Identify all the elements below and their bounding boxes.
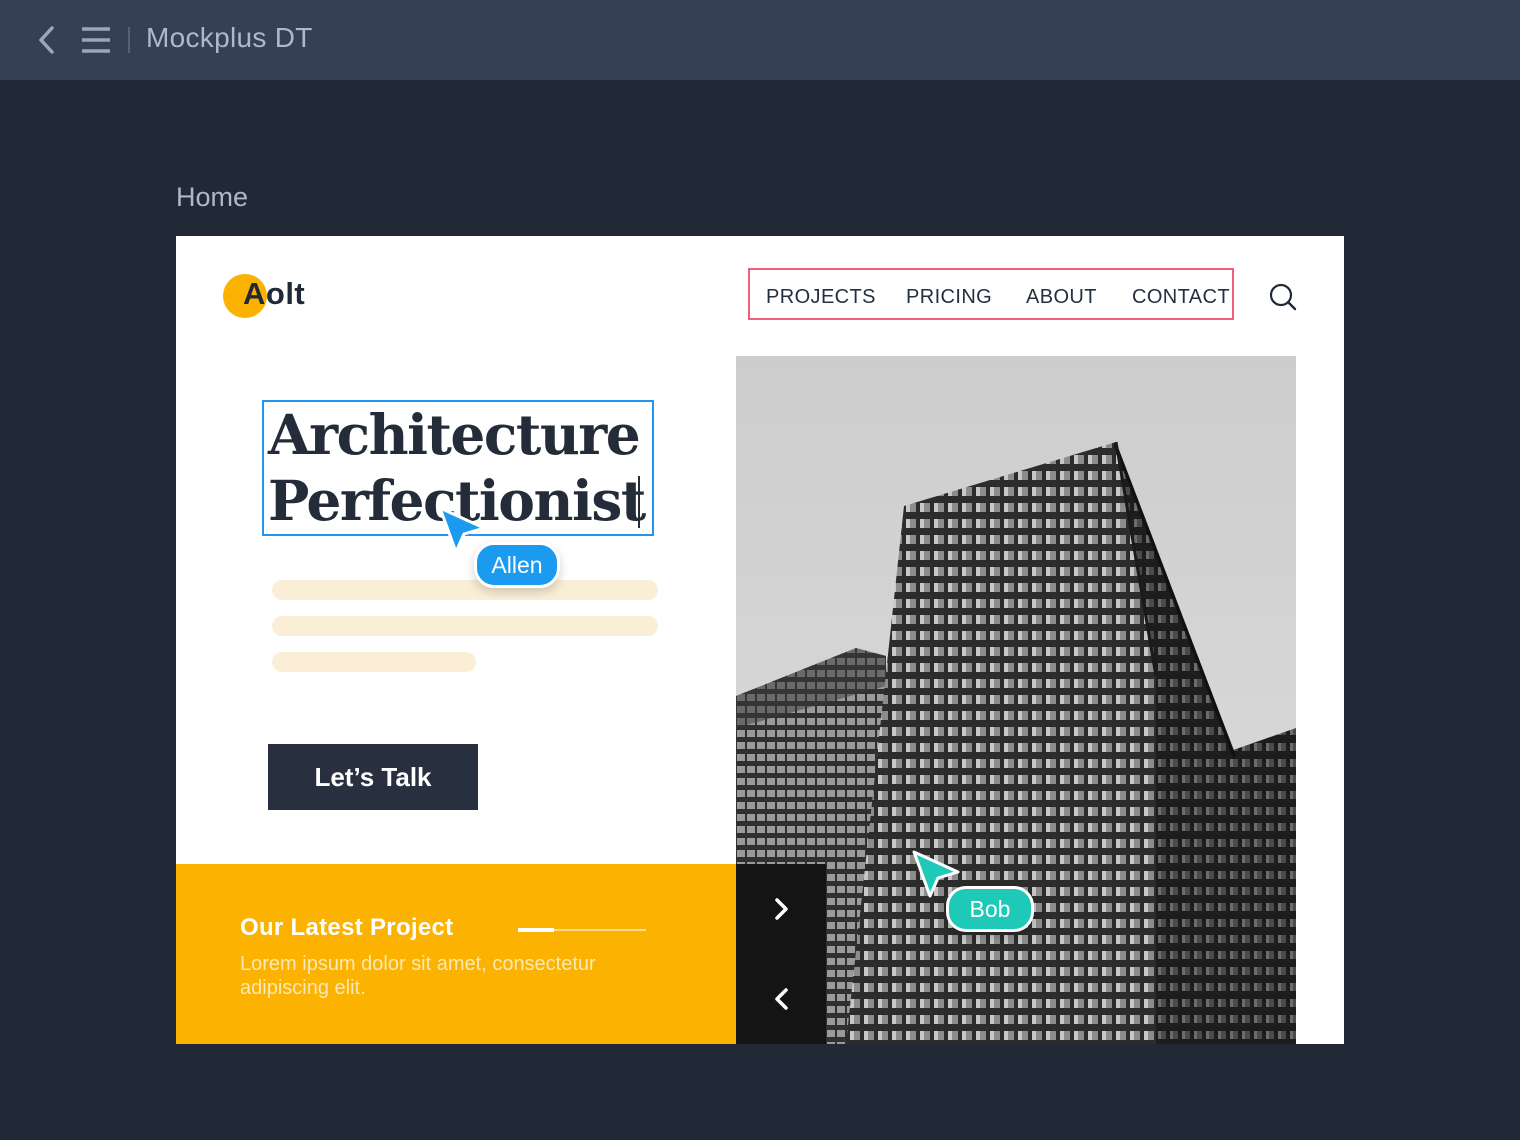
lets-talk-button[interactable]: Let’s Talk (268, 744, 478, 810)
placeholder-text-line (272, 652, 476, 672)
artboard[interactable]: Aolt PROJECTS PRICING ABOUT CONTACT Arch… (176, 236, 1344, 1044)
nav-item-contact[interactable]: CONTACT (1132, 286, 1230, 309)
placeholder-text-line (272, 616, 658, 636)
chevron-left-icon[interactable] (34, 24, 60, 56)
progress-fill (518, 928, 554, 932)
app-title: Mockplus DT (146, 22, 313, 53)
toolbar-divider (128, 27, 130, 53)
site-logo[interactable]: Aolt (223, 272, 343, 320)
nav-item-pricing[interactable]: PRICING (906, 286, 992, 309)
chevron-left-icon[interactable] (736, 954, 826, 1044)
bob-name-tag: Bob (946, 886, 1034, 932)
nav-item-about[interactable]: ABOUT (1026, 286, 1097, 309)
logo-text: Aolt (243, 276, 306, 311)
latest-project-panel: Our Latest Project Lorem ipsum dolor sit… (176, 864, 736, 1044)
hamburger-menu-icon[interactable] (80, 24, 112, 56)
allen-name-tag: Allen (474, 542, 560, 588)
placeholder-text-line (272, 580, 658, 600)
app-top-bar: Mockplus DT (0, 0, 1520, 80)
headline-line-1: Architecture (268, 402, 641, 467)
chevron-right-icon[interactable] (736, 864, 826, 954)
latest-project-title: Our Latest Project (240, 914, 454, 941)
carousel-controls (736, 864, 826, 1044)
page-label[interactable]: Home (176, 182, 248, 213)
text-caret (638, 476, 640, 528)
search-icon[interactable] (1268, 282, 1298, 312)
nav-item-projects[interactable]: PROJECTS (766, 286, 876, 309)
latest-project-description: Lorem ipsum dolor sit amet, consectetur … (240, 953, 596, 999)
